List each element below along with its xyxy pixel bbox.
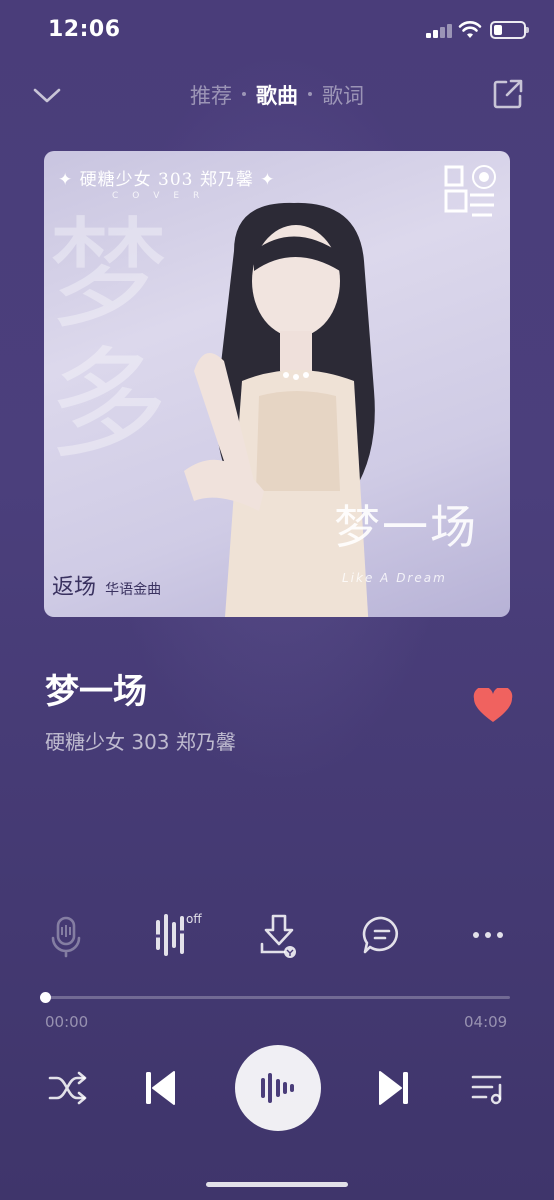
download-icon[interactable] (254, 910, 304, 960)
cover-english-text: Like A Dream (342, 571, 447, 585)
artist-name[interactable]: 硬糖少女 303 郑乃馨 (45, 726, 236, 755)
comment-icon[interactable] (357, 910, 407, 960)
cover-title: ✦ 硬糖少女 303 郑乃馨 ✦ (58, 170, 276, 190)
tab-recommend[interactable]: 推荐 (186, 80, 236, 110)
play-button[interactable] (235, 1045, 321, 1131)
home-indicator (206, 1182, 348, 1187)
progress-thumb[interactable] (40, 992, 51, 1003)
cover-background-text: 梦 多 (48, 206, 168, 475)
battery-icon (490, 21, 529, 39)
shuffle-icon[interactable] (46, 1068, 90, 1108)
wifi-icon (458, 21, 482, 38)
microphone-icon[interactable] (41, 910, 91, 960)
sound-effect-off-label: off (186, 912, 202, 926)
next-track-icon[interactable] (374, 1066, 414, 1110)
total-time: 04:09 (464, 1013, 508, 1031)
cover-subtitle: COVER (112, 191, 214, 201)
album-cover[interactable]: 梦 多 ✦ 硬糖少女 303 郑乃馨 ✦ COVER 梦一场 Like A Dr… (44, 151, 510, 617)
tab-separator (308, 92, 312, 96)
cover-badge-main: 返场 (52, 575, 97, 600)
cellular-signal-icon (426, 22, 452, 38)
share-icon[interactable] (490, 76, 526, 112)
more-icon[interactable] (463, 910, 513, 960)
progress-bar[interactable] (40, 992, 510, 1003)
song-title: 梦一场 (45, 672, 147, 712)
status-time: 12:06 (48, 17, 121, 42)
tab-song[interactable]: 歌曲 (252, 80, 302, 110)
playlist-icon[interactable] (468, 1068, 508, 1108)
previous-track-icon[interactable] (140, 1066, 180, 1110)
status-bar: 12:06 (0, 0, 554, 60)
cover-song-text: 梦一场 (334, 500, 478, 554)
tab-separator (242, 92, 246, 96)
current-time: 00:00 (45, 1013, 89, 1031)
tab-lyrics[interactable]: 歌词 (318, 80, 368, 110)
tab-bar: 推荐 歌曲 歌词 (0, 80, 554, 110)
action-row (0, 910, 554, 960)
audio-wave-icon (261, 1073, 294, 1103)
like-heart-icon[interactable] (473, 688, 513, 724)
cover-badge: 返场 华语金曲 (52, 569, 161, 601)
player-header: 推荐 歌曲 歌词 (0, 76, 554, 116)
cover-badge-sub: 华语金曲 (105, 582, 162, 598)
cover-logo (440, 161, 500, 225)
